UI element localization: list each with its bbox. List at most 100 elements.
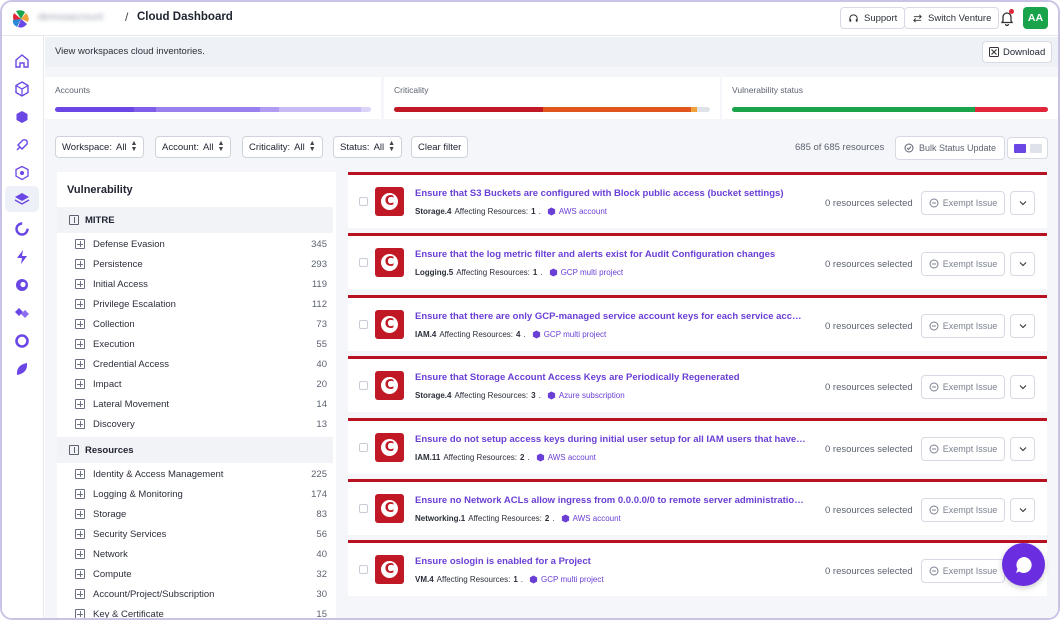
- row-checkbox[interactable]: [359, 504, 368, 513]
- issue-title[interactable]: Ensure that there are only GCP-managed s…: [415, 311, 807, 322]
- provider-link[interactable]: AWS account: [536, 453, 596, 462]
- collapse-icon[interactable]: [69, 445, 79, 455]
- provider-link[interactable]: GCP multi project: [549, 268, 623, 277]
- list-item[interactable]: Discovery 13: [57, 414, 333, 434]
- issue-row[interactable]: C Ensure no Network ACLs allow ingress f…: [348, 479, 1047, 535]
- account-filter[interactable]: Account: All ▲ ▼: [155, 136, 232, 158]
- expand-icon[interactable]: [75, 509, 85, 519]
- expand-icon[interactable]: [75, 609, 85, 618]
- expand-icon[interactable]: [75, 529, 85, 539]
- workspace-filter[interactable]: Workspace: All ▲ ▼: [55, 136, 145, 158]
- expand-icon[interactable]: [75, 279, 85, 289]
- shield-icon[interactable]: [11, 162, 33, 184]
- row-checkbox[interactable]: [359, 565, 368, 575]
- cube-icon[interactable]: [11, 78, 33, 100]
- rocket-icon[interactable]: [11, 134, 33, 156]
- grid-view-icon[interactable]: [1029, 143, 1042, 153]
- row-checkbox[interactable]: [359, 442, 368, 452]
- chat-button[interactable]: [1002, 543, 1045, 586]
- swirl-icon[interactable]: [11, 274, 33, 296]
- provider-link[interactable]: AWS account: [561, 514, 621, 523]
- expand-row-button[interactable]: [1010, 252, 1035, 277]
- support-button[interactable]: Support: [840, 7, 906, 29]
- brand-logo[interactable]: [11, 9, 31, 29]
- expand-icon[interactable]: [75, 469, 85, 479]
- expand-icon[interactable]: [75, 259, 85, 269]
- list-item[interactable]: Logging & Monitoring 174: [57, 484, 333, 504]
- list-item[interactable]: Collection 73: [57, 314, 333, 334]
- circle-icon[interactable]: [11, 330, 33, 352]
- row-checkbox[interactable]: [359, 197, 368, 206]
- list-item[interactable]: Account/Project/Subscription 30: [57, 584, 333, 604]
- expand-icon[interactable]: [75, 399, 85, 409]
- provider-link[interactable]: GCP multi project: [529, 575, 604, 584]
- exempt-issue-button[interactable]: Exempt Issue: [921, 375, 1005, 400]
- download-button[interactable]: Download: [982, 41, 1053, 63]
- group-mitre[interactable]: MITRE: [57, 207, 333, 233]
- ring-icon[interactable]: [11, 218, 33, 240]
- row-checkbox[interactable]: [359, 381, 368, 391]
- issue-row[interactable]: C Ensure oslogin is enabled for a Projec…: [348, 540, 1047, 597]
- diamond-icon[interactable]: [11, 302, 33, 324]
- expand-icon[interactable]: [75, 359, 85, 369]
- criticality-filter[interactable]: Criticality: All ▲ ▼: [242, 136, 323, 158]
- list-view-icon[interactable]: [1013, 143, 1026, 153]
- list-item[interactable]: Execution 55: [57, 334, 333, 354]
- vulnerability-status-metric[interactable]: Vulnerability status: [722, 77, 1058, 119]
- list-item[interactable]: Key & Certificate 15: [57, 604, 333, 618]
- issue-row[interactable]: C Ensure that Storage Account Access Key…: [348, 356, 1047, 413]
- list-item[interactable]: Lateral Movement 14: [57, 394, 333, 414]
- home-icon[interactable]: [11, 50, 33, 72]
- expand-icon[interactable]: [75, 319, 85, 329]
- exempt-issue-button[interactable]: Exempt Issue: [921, 191, 1005, 215]
- exempt-issue-button[interactable]: Exempt Issue: [921, 498, 1005, 522]
- status-filter[interactable]: Status: All ▲ ▼: [333, 136, 403, 158]
- bolt-icon[interactable]: [11, 246, 33, 268]
- exempt-issue-button[interactable]: Exempt Issue: [921, 252, 1005, 277]
- list-item[interactable]: Security Services 56: [57, 524, 333, 544]
- expand-row-button[interactable]: [1010, 498, 1035, 522]
- exempt-issue-button[interactable]: Exempt Issue: [921, 559, 1005, 584]
- expand-icon[interactable]: [75, 489, 85, 499]
- list-item[interactable]: Network 40: [57, 544, 333, 564]
- criticality-metric[interactable]: Criticality: [384, 77, 720, 119]
- expand-icon[interactable]: [75, 549, 85, 559]
- exempt-issue-button[interactable]: Exempt Issue: [921, 436, 1005, 461]
- expand-icon[interactable]: [75, 339, 85, 349]
- row-checkbox[interactable]: [359, 319, 368, 329]
- expand-icon[interactable]: [75, 569, 85, 579]
- provider-link[interactable]: GCP multi project: [532, 330, 606, 339]
- issue-title[interactable]: Ensure that S3 Buckets are configured wi…: [415, 188, 784, 199]
- provider-link[interactable]: AWS account: [547, 207, 607, 216]
- expand-icon[interactable]: [75, 299, 85, 309]
- list-item[interactable]: Impact 20: [57, 374, 333, 394]
- expand-row-button[interactable]: [1010, 436, 1035, 461]
- hexagon-icon[interactable]: [11, 106, 33, 128]
- expand-row-button[interactable]: [1010, 375, 1035, 400]
- list-item[interactable]: Initial Access 119: [57, 274, 333, 294]
- issue-title[interactable]: Ensure oslogin is enabled for a Project: [415, 556, 591, 567]
- list-item[interactable]: Credential Access 40: [57, 354, 333, 374]
- issue-row[interactable]: C Ensure that S3 Buckets are configured …: [348, 172, 1047, 228]
- collapse-icon[interactable]: [69, 215, 79, 225]
- switch-venture-button[interactable]: Switch Venture: [904, 7, 1000, 29]
- clear-filter-button[interactable]: Clear filter: [411, 136, 469, 158]
- issue-row[interactable]: C Ensure that the log metric filter and …: [348, 233, 1047, 290]
- expand-icon[interactable]: [75, 419, 85, 429]
- avatar[interactable]: AA: [1023, 7, 1048, 29]
- group-resources[interactable]: Resources: [57, 437, 333, 463]
- issue-row[interactable]: C Ensure do not setup access keys during…: [348, 417, 1047, 474]
- list-item[interactable]: Persistence 293: [57, 254, 333, 274]
- expand-icon[interactable]: [75, 589, 85, 599]
- expand-row-button[interactable]: [1010, 191, 1035, 215]
- issue-row[interactable]: C Ensure that there are only GCP-managed…: [348, 294, 1047, 351]
- provider-link[interactable]: Azure subscription: [547, 391, 625, 400]
- exempt-issue-button[interactable]: Exempt Issue: [921, 313, 1005, 338]
- accounts-metric[interactable]: Accounts: [45, 77, 381, 119]
- expand-row-button[interactable]: [1010, 313, 1035, 338]
- issue-title[interactable]: Ensure no Network ACLs allow ingress fro…: [415, 495, 807, 506]
- list-item[interactable]: Identity & Access Management 225: [57, 464, 333, 484]
- issue-title[interactable]: Ensure do not setup access keys during i…: [415, 434, 807, 445]
- account-name[interactable]: demosaccount: [38, 12, 103, 23]
- layers-icon[interactable]: [5, 186, 39, 212]
